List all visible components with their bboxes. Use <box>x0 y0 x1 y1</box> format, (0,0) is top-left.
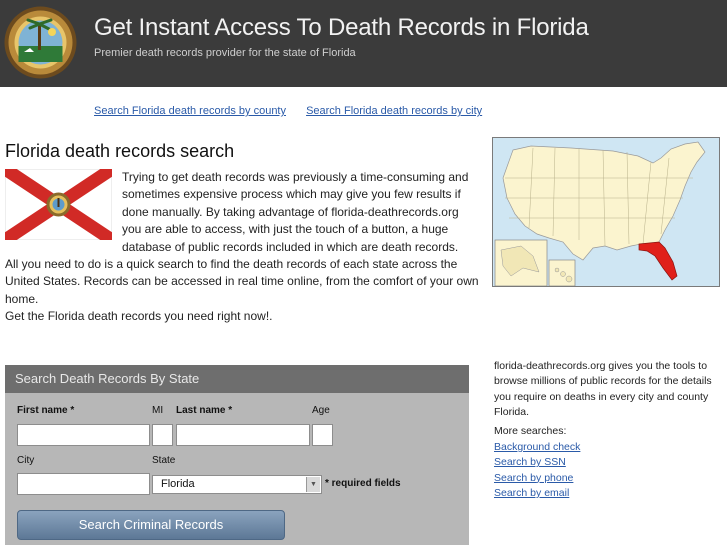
last-name-label: Last name * <box>176 405 233 416</box>
first-name-input[interactable] <box>17 424 150 446</box>
search-by-ssn-link[interactable]: Search by SSN <box>494 455 580 470</box>
search-by-city-link[interactable]: Search Florida death records by city <box>306 105 482 117</box>
intro-paragraph: All you need to do is a quick search to … <box>5 257 479 306</box>
sidebar-links: Background check Search by SSN Search by… <box>494 440 580 501</box>
mi-input[interactable] <box>152 424 173 446</box>
site-subtitle: Premier death records provider for the s… <box>94 47 356 59</box>
us-map-image <box>492 137 720 287</box>
chevron-down-icon: ▼ <box>306 477 320 492</box>
top-nav-links: Search Florida death records by county S… <box>94 105 499 117</box>
age-input[interactable] <box>312 424 333 446</box>
background-check-link[interactable]: Background check <box>494 440 580 455</box>
mi-label: MI <box>152 405 164 416</box>
search-by-email-link[interactable]: Search by email <box>494 486 580 501</box>
age-label: Age <box>312 405 330 416</box>
sidebar-description: florida-deathrecords.org gives you the t… <box>494 360 712 418</box>
state-select-value: Florida <box>161 478 195 490</box>
page-title: Florida death records search <box>5 141 235 161</box>
state-label: State <box>152 455 176 466</box>
city-input[interactable] <box>17 473 150 495</box>
more-searches-label: More searches: <box>494 425 567 437</box>
florida-seal-logo[interactable] <box>4 6 77 79</box>
intro-text: Trying to get death records was previous… <box>5 169 481 326</box>
search-form: Search Death Records By State First name… <box>5 365 469 545</box>
search-by-county-link[interactable]: Search Florida death records by county <box>94 105 286 117</box>
search-button[interactable]: Search Criminal Records <box>17 510 285 540</box>
required-fields-note: * required fields <box>325 478 401 489</box>
site-header: Get Instant Access To Death Records in F… <box>0 0 727 87</box>
city-label: City <box>17 455 35 466</box>
search-by-phone-link[interactable]: Search by phone <box>494 471 580 486</box>
form-heading: Search Death Records By State <box>5 365 469 393</box>
state-select[interactable]: Florida ▼ <box>152 475 322 494</box>
intro-paragraph: Get the Florida death records you need r… <box>5 309 273 324</box>
last-name-input[interactable] <box>176 424 310 446</box>
first-name-label: First name * <box>17 405 75 416</box>
site-title: Get Instant Access To Death Records in F… <box>94 14 589 41</box>
